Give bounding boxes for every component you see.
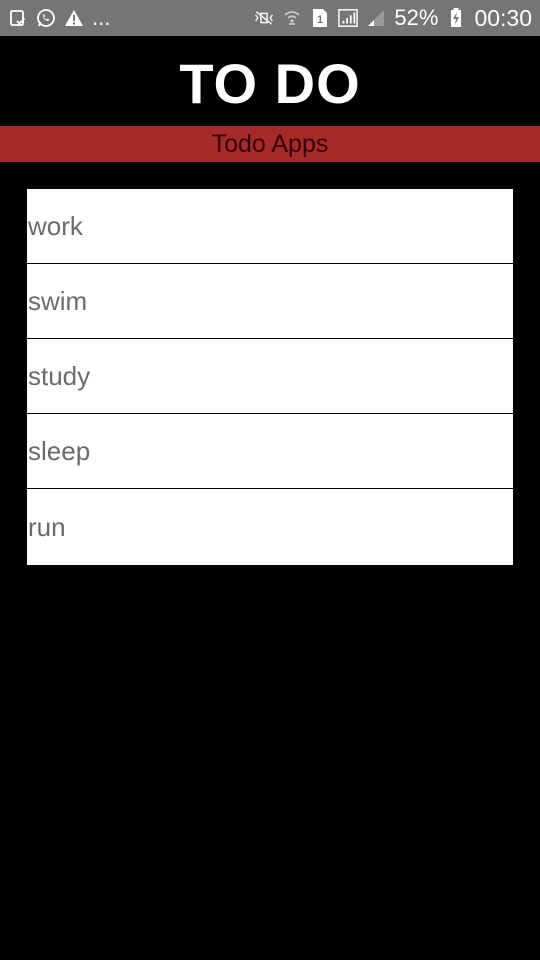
status-bar: ... 1 52% 00:30 <box>0 0 540 36</box>
app-header: TO DO <box>0 36 540 126</box>
svg-text:1: 1 <box>317 14 323 26</box>
todo-item-label: run <box>28 511 66 542</box>
sim-1-icon: 1 <box>310 8 330 28</box>
todo-item-swim[interactable]: swim <box>27 264 513 339</box>
todo-item-label: sleep <box>28 435 91 466</box>
clock: 00:30 <box>474 4 532 31</box>
battery-percent: 52% <box>394 5 439 30</box>
todo-item-label: swim <box>28 285 88 316</box>
warning-icon <box>64 8 84 28</box>
todo-item-label: study <box>28 360 91 391</box>
app-subtitle: Todo Apps <box>211 129 329 158</box>
signal-weak-icon <box>366 8 386 28</box>
mute-vibrate-icon <box>254 8 274 28</box>
status-bar-left: ... <box>8 7 110 29</box>
wifi-icon <box>282 8 302 28</box>
status-bar-right: 1 52% 00:30 <box>254 4 532 31</box>
clipboard-check-icon <box>8 8 28 28</box>
todo-item-run[interactable]: run <box>27 489 513 565</box>
subtitle-bar: Todo Apps <box>0 126 540 162</box>
signal-full-icon <box>338 8 359 28</box>
todo-item-work[interactable]: work <box>27 189 513 264</box>
battery-charging-icon <box>446 8 466 28</box>
page-title: TO DO <box>179 51 361 115</box>
more-notifications: ... <box>92 5 111 30</box>
todo-item-study[interactable]: study <box>27 339 513 414</box>
todo-item-label: work <box>28 210 83 241</box>
todo-list: work swim study sleep run <box>27 189 513 565</box>
todo-item-sleep[interactable]: sleep <box>27 414 513 489</box>
whatsapp-icon <box>36 8 56 28</box>
